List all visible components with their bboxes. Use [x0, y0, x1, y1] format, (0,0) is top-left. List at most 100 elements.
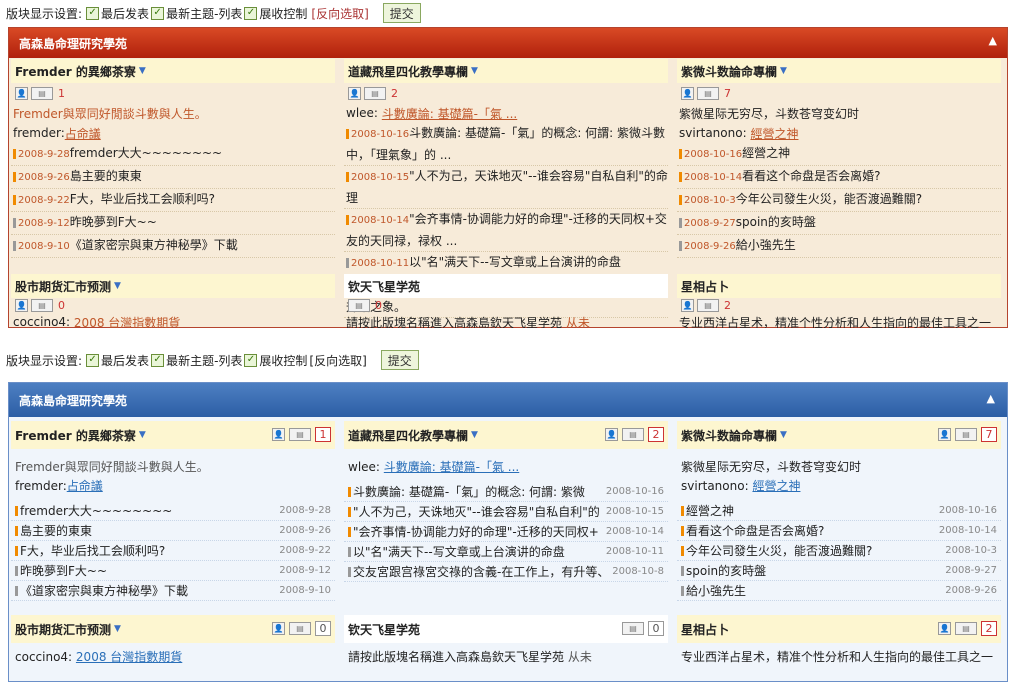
list-item[interactable]: spoin的亥時盤 2008-9-27	[677, 561, 1001, 581]
rss-icon[interactable]: ▤	[622, 428, 644, 441]
list-item[interactable]: 斗數廣論: 基礎篇-「氣」的概念: 何謂: 紫微 2008-10-16	[344, 482, 668, 502]
forum-title-link[interactable]: 星相占卜	[681, 621, 729, 638]
collapse-up-icon[interactable]: ▲	[987, 392, 995, 405]
list-item[interactable]: "人不为己，天诛地灭"--谁会容易"自私自利"的 2008-10-15	[344, 502, 668, 522]
topic-marker-icon	[13, 217, 16, 228]
list-item[interactable]: 2008-9-26島主要的東東	[11, 166, 335, 189]
list-item[interactable]: 昨晚夢到F大~~ 2008-9-12	[11, 561, 335, 581]
topic-marker-icon	[679, 171, 682, 182]
list-item[interactable]: fremder大大~~~~~~~~ 2008-9-28	[11, 501, 335, 521]
list-item[interactable]: 今年公司發生火災，能否渡過難關? 2008-10-3	[677, 541, 1001, 561]
forum-title-link[interactable]: 紫微斗数論命專欄	[681, 63, 777, 80]
forum-title-link[interactable]: 星相占卜	[681, 278, 729, 295]
chevron-down-icon[interactable]: ▼	[139, 66, 146, 76]
forum-title-link[interactable]: Fremder 的異鄉茶寮	[15, 63, 136, 80]
list-item[interactable]: 島主要的東東 2008-9-26	[11, 521, 335, 541]
checkbox-newest-topics[interactable]: ✓ 最新主题-列表	[151, 352, 242, 369]
list-item[interactable]: F大，毕业后找工会顺利吗? 2008-9-22	[11, 541, 335, 561]
checkbox-collapse-control[interactable]: ✓ 展收控制	[244, 5, 307, 22]
list-item[interactable]: 2008-10-11以"名"满天下--写文章或上台演讲的命盘	[344, 252, 668, 275]
rss-icon[interactable]: ▤	[289, 428, 311, 441]
list-item[interactable]: 2008-10-14"会齐事情-协调能力好的命理"-迁移的天同权+交友的天同禄，…	[344, 209, 668, 252]
list-item[interactable]: 2008-10-15"人不为己，天诛地灭"--谁会容易"自私自利"的命理	[344, 166, 668, 209]
list-item[interactable]: 2008-9-28fremder大大~~~~~~~~	[11, 143, 335, 166]
forum-icons: 👤 ▤ 2	[677, 298, 1001, 312]
list-item[interactable]: 給小強先生 2008-9-26	[677, 581, 1001, 601]
topic-marker-icon	[679, 217, 682, 228]
list-item[interactable]: 2008-10-14看看这个命盘是否会离婚?	[677, 166, 1001, 189]
collapse-up-icon[interactable]: ▲	[989, 34, 997, 47]
rss-icon[interactable]: ▤	[955, 622, 977, 635]
rss-icon[interactable]: ▤	[697, 298, 719, 312]
user-icon[interactable]: 👤	[681, 298, 694, 312]
reverse-select-link[interactable]: [反向选取]	[311, 5, 368, 22]
list-item[interactable]: 2008-9-12昨晚夢到F大~~	[11, 212, 335, 235]
list-item[interactable]: 看看这个命盘是否会离婚? 2008-10-14	[677, 521, 1001, 541]
list-item[interactable]: 2008-10-16經營之神	[677, 143, 1001, 166]
user-icon[interactable]: 👤	[938, 622, 951, 635]
moderator-link[interactable]: 斗數廣論: 基礎篇-「氣 ...	[382, 105, 517, 122]
last-post-link[interactable]: 2008 台灣指數期貨	[74, 314, 180, 329]
checkmark-icon: ✓	[151, 353, 165, 367]
chevron-down-icon[interactable]: ▼	[780, 430, 787, 440]
rss-icon[interactable]: ▤	[289, 622, 311, 635]
list-item[interactable]: 2008-9-22F大，毕业后找工会顺利吗?	[11, 189, 335, 212]
chevron-down-icon[interactable]: ▼	[471, 430, 478, 440]
chevron-down-icon[interactable]: ▼	[780, 66, 787, 76]
chevron-down-icon[interactable]: ▼	[139, 430, 146, 440]
rss-icon[interactable]: ▤	[31, 298, 53, 312]
moderator-link[interactable]: 經營之神	[750, 125, 798, 142]
forum-title-link[interactable]: 股市期货汇市预测	[15, 621, 111, 638]
list-item[interactable]: 2008-9-27spoin的亥時盤	[677, 212, 1001, 235]
forum-title-link[interactable]: 道藏飛星四化教學專欄	[348, 427, 468, 444]
user-icon[interactable]: 👤	[348, 86, 361, 100]
user-icon[interactable]: 👤	[272, 428, 285, 441]
rss-icon[interactable]: ▤	[622, 622, 644, 635]
user-icon[interactable]: 👤	[938, 428, 951, 441]
list-item[interactable]: 經營之神 2008-10-16	[677, 501, 1001, 521]
list-item[interactable]: 2008-10-16斗數廣論: 基礎篇-「氣」的概念: 何謂: 紫微斗數中，「理…	[344, 123, 668, 166]
user-icon[interactable]: 👤	[681, 86, 694, 100]
moderator-link[interactable]: 占命議	[65, 125, 101, 142]
rss-icon[interactable]: ▤	[364, 86, 386, 100]
topic-marker-icon	[13, 148, 16, 159]
list-item[interactable]: "会齐事情-协调能力好的命理"-迁移的天同权+ 2008-10-14	[344, 522, 668, 542]
list-item[interactable]: 《道家密宗與東方神秘學》下載 2008-9-10	[11, 581, 335, 601]
checkbox-collapse-control[interactable]: ✓ 展收控制	[244, 352, 307, 369]
moderator-link[interactable]: 經營之神	[752, 477, 800, 494]
forum-title-link[interactable]: 股市期货汇市预测	[15, 278, 111, 295]
submit-button[interactable]: 提交	[382, 3, 421, 23]
list-item[interactable]: 2008-10-3今年公司發生火災，能否渡過難關?	[677, 189, 1001, 212]
last-post-link[interactable]: 2008 台灣指數期貨	[76, 648, 182, 665]
list-item[interactable]: 2008-9-10《道家密宗與東方神秘學》下載	[11, 235, 335, 258]
chevron-down-icon[interactable]: ▼	[114, 624, 121, 634]
forum-title-link[interactable]: 钦天飞星学苑	[348, 621, 420, 638]
rss-icon[interactable]: ▤	[31, 86, 53, 100]
checkbox-last-post[interactable]: ✓ 最后发表	[86, 352, 149, 369]
user-icon[interactable]: 👤	[15, 298, 28, 312]
user-icon[interactable]: 👤	[272, 622, 285, 635]
moderator-link[interactable]: 占命議	[67, 477, 103, 494]
user-icon[interactable]: 👤	[15, 86, 28, 100]
rss-icon[interactable]: ▤	[348, 298, 370, 312]
forum-icons: 👤 ▤ 2	[605, 427, 664, 442]
submit-button[interactable]: 提交	[380, 350, 419, 370]
moderator-link[interactable]: 斗數廣論: 基礎篇-「氣 ...	[384, 458, 519, 475]
forum-title-link[interactable]: 道藏飛星四化教學專欄	[348, 63, 468, 80]
forum-title-link[interactable]: Fremder 的異鄉茶寮	[15, 427, 136, 444]
topic-marker-icon	[15, 505, 18, 516]
forum-title-link[interactable]: 紫微斗数論命專欄	[681, 427, 777, 444]
reverse-select-link[interactable]: [反向选取]	[309, 352, 366, 369]
forum-title-link[interactable]: 钦天飞星学苑	[348, 278, 420, 295]
list-item[interactable]: 交友宮跟宫祿宮交祿的含義-在工作上，有升等、 2008-10-8	[344, 562, 668, 582]
list-item[interactable]: 2008-9-26給小強先生	[677, 235, 1001, 258]
chevron-down-icon[interactable]: ▼	[471, 66, 478, 76]
user-icon[interactable]: 👤	[605, 428, 618, 441]
section-title: 高森島命理研究學苑	[19, 393, 128, 408]
list-item[interactable]: 以"名"满天下--写文章或上台演讲的命盘 2008-10-11	[344, 542, 668, 562]
checkbox-last-post[interactable]: ✓ 最后发表	[86, 5, 149, 22]
rss-icon[interactable]: ▤	[955, 428, 977, 441]
chevron-down-icon[interactable]: ▼	[114, 281, 121, 291]
checkbox-newest-topics[interactable]: ✓ 最新主题-列表	[151, 5, 242, 22]
rss-icon[interactable]: ▤	[697, 86, 719, 100]
